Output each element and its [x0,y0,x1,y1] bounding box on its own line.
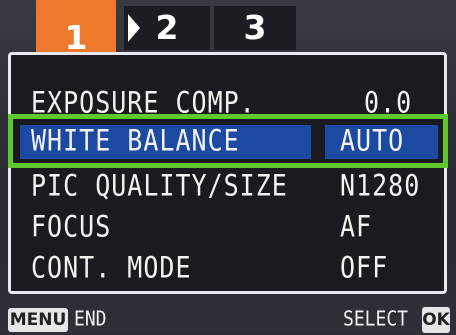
menu-item-value: OFF [340,250,389,285]
camera-menu-screen: 1 2 3 EXPOSURE COMP. 0.0 WHITE BALANCE A… [0,0,456,334]
tab-2[interactable]: 2 [124,6,210,50]
menu-item-white-balance[interactable]: WHITE BALANCE AUTO [10,121,437,161]
end-hint-label: END [74,307,107,332]
select-hint-label: SELECT [343,307,409,332]
button-guide-bar: MENU END SELECT OK [0,300,456,334]
menu-item-label: CONT. MODE [31,250,192,285]
menu-item-value: AUTO [340,123,405,158]
menu-item-cont-mode[interactable]: CONT. MODE OFF [10,248,437,288]
menu-item-label: WHITE BALANCE [31,123,240,158]
menu-button-label: MENU [9,310,67,330]
ok-button-label: OK [422,310,450,330]
tab-arrow-icon [128,14,140,42]
menu-item-focus[interactable]: FOCUS AF [10,207,437,247]
tab-3-label: 3 [243,8,267,47]
ok-button-badge[interactable]: OK [422,307,450,333]
menu-button-badge[interactable]: MENU [8,308,68,332]
tab-3[interactable]: 3 [214,6,296,50]
tab-2-label: 2 [155,8,179,47]
menu-item-pic-quality-size[interactable]: PIC QUALITY/SIZE N1280 [10,166,437,206]
